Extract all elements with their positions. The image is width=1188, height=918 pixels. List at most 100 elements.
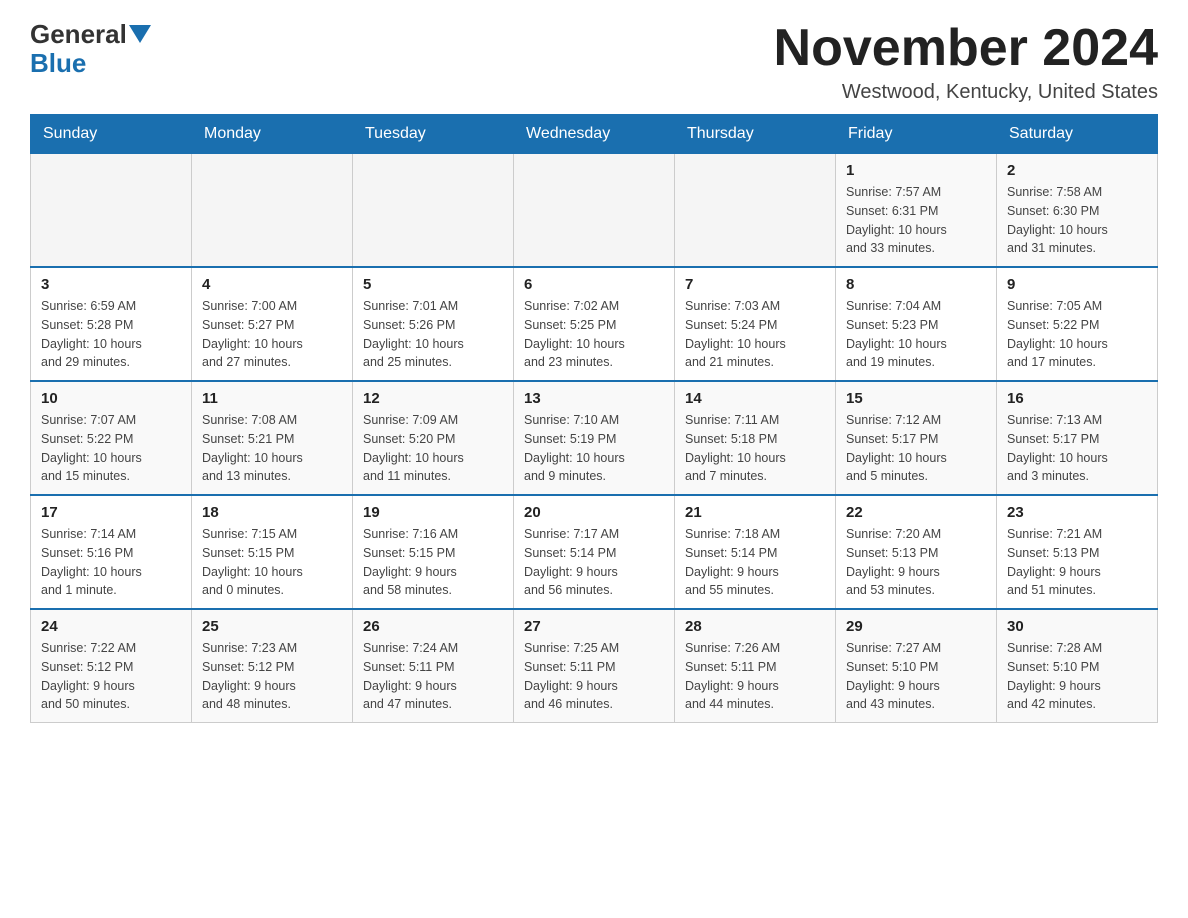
day-number: 17	[41, 504, 181, 521]
day-info: Sunrise: 7:13 AM Sunset: 5:17 PM Dayligh…	[1007, 411, 1147, 486]
calendar-cell: 9 Sunrise: 7:05 AM Sunset: 5:22 PM Daylig…	[997, 267, 1158, 381]
calendar-cell: 1 Sunrise: 7:57 AM Sunset: 6:31 PM Daylig…	[836, 154, 997, 268]
weekday-header-friday: Friday	[836, 115, 997, 154]
weekday-header-monday: Monday	[192, 115, 353, 154]
day-number: 16	[1007, 390, 1147, 407]
location-text: Westwood, Kentucky, United States	[774, 81, 1158, 104]
calendar-cell	[31, 154, 192, 268]
calendar-cell	[514, 154, 675, 268]
day-info: Sunrise: 7:26 AM Sunset: 5:11 PM Dayligh…	[685, 639, 825, 714]
day-number: 14	[685, 390, 825, 407]
day-number: 20	[524, 504, 664, 521]
day-info: Sunrise: 7:21 AM Sunset: 5:13 PM Dayligh…	[1007, 525, 1147, 600]
day-info: Sunrise: 7:02 AM Sunset: 5:25 PM Dayligh…	[524, 297, 664, 372]
calendar-cell: 12 Sunrise: 7:09 AM Sunset: 5:20 PM Dayli…	[353, 381, 514, 495]
day-number: 7	[685, 276, 825, 293]
day-info: Sunrise: 7:15 AM Sunset: 5:15 PM Dayligh…	[202, 525, 342, 600]
calendar-cell: 13 Sunrise: 7:10 AM Sunset: 5:19 PM Dayli…	[514, 381, 675, 495]
day-number: 26	[363, 618, 503, 635]
logo-general-text: General	[30, 20, 127, 49]
calendar-week-row: 3 Sunrise: 6:59 AM Sunset: 5:28 PM Daylig…	[31, 267, 1158, 381]
page-header: General Blue November 2024 Westwood, Ken…	[30, 20, 1158, 104]
calendar-cell: 24 Sunrise: 7:22 AM Sunset: 5:12 PM Dayli…	[31, 609, 192, 723]
day-number: 24	[41, 618, 181, 635]
calendar-cell: 11 Sunrise: 7:08 AM Sunset: 5:21 PM Dayli…	[192, 381, 353, 495]
day-number: 1	[846, 162, 986, 179]
logo-arrow-icon	[129, 25, 151, 43]
day-info: Sunrise: 7:28 AM Sunset: 5:10 PM Dayligh…	[1007, 639, 1147, 714]
title-section: November 2024 Westwood, Kentucky, United…	[774, 20, 1158, 104]
calendar-week-row: 24 Sunrise: 7:22 AM Sunset: 5:12 PM Dayli…	[31, 609, 1158, 723]
month-title: November 2024	[774, 20, 1158, 77]
day-number: 6	[524, 276, 664, 293]
day-number: 11	[202, 390, 342, 407]
day-number: 29	[846, 618, 986, 635]
day-info: Sunrise: 7:11 AM Sunset: 5:18 PM Dayligh…	[685, 411, 825, 486]
calendar-week-row: 17Sunrise: 7:14 AM Sunset: 5:16 PM Dayli…	[31, 495, 1158, 609]
weekday-header-row: SundayMondayTuesdayWednesdayThursdayFrid…	[31, 115, 1158, 154]
day-info: Sunrise: 7:05 AM Sunset: 5:22 PM Dayligh…	[1007, 297, 1147, 372]
day-number: 5	[363, 276, 503, 293]
calendar-cell: 26Sunrise: 7:24 AM Sunset: 5:11 PM Dayli…	[353, 609, 514, 723]
day-number: 23	[1007, 504, 1147, 521]
weekday-header-sunday: Sunday	[31, 115, 192, 154]
day-info: Sunrise: 7:01 AM Sunset: 5:26 PM Dayligh…	[363, 297, 503, 372]
day-info: Sunrise: 7:12 AM Sunset: 5:17 PM Dayligh…	[846, 411, 986, 486]
calendar-cell: 3 Sunrise: 6:59 AM Sunset: 5:28 PM Daylig…	[31, 267, 192, 381]
day-info: Sunrise: 7:07 AM Sunset: 5:22 PM Dayligh…	[41, 411, 181, 486]
calendar-week-row: 10 Sunrise: 7:07 AM Sunset: 5:22 PM Dayli…	[31, 381, 1158, 495]
day-number: 9	[1007, 276, 1147, 293]
weekday-header-thursday: Thursday	[675, 115, 836, 154]
calendar-cell: 30 Sunrise: 7:28 AM Sunset: 5:10 PM Dayli…	[997, 609, 1158, 723]
calendar-week-row: 1 Sunrise: 7:57 AM Sunset: 6:31 PM Daylig…	[31, 154, 1158, 268]
day-number: 22	[846, 504, 986, 521]
calendar-cell: 10 Sunrise: 7:07 AM Sunset: 5:22 PM Dayli…	[31, 381, 192, 495]
day-info: Sunrise: 7:03 AM Sunset: 5:24 PM Dayligh…	[685, 297, 825, 372]
day-info: Sunrise: 7:09 AM Sunset: 5:20 PM Dayligh…	[363, 411, 503, 486]
day-info: Sunrise: 7:58 AM Sunset: 6:30 PM Dayligh…	[1007, 183, 1147, 258]
day-number: 27	[524, 618, 664, 635]
day-number: 8	[846, 276, 986, 293]
calendar-cell: 7 Sunrise: 7:03 AM Sunset: 5:24 PM Daylig…	[675, 267, 836, 381]
day-number: 12	[363, 390, 503, 407]
day-info: Sunrise: 7:57 AM Sunset: 6:31 PM Dayligh…	[846, 183, 986, 258]
calendar-cell	[675, 154, 836, 268]
calendar-cell: 6 Sunrise: 7:02 AM Sunset: 5:25 PM Daylig…	[514, 267, 675, 381]
calendar-cell: 2 Sunrise: 7:58 AM Sunset: 6:30 PM Daylig…	[997, 154, 1158, 268]
day-number: 13	[524, 390, 664, 407]
calendar-cell: 29Sunrise: 7:27 AM Sunset: 5:10 PM Dayli…	[836, 609, 997, 723]
weekday-header-saturday: Saturday	[997, 115, 1158, 154]
calendar-cell: 19Sunrise: 7:16 AM Sunset: 5:15 PM Dayli…	[353, 495, 514, 609]
day-number: 28	[685, 618, 825, 635]
calendar-table: SundayMondayTuesdayWednesdayThursdayFrid…	[30, 114, 1158, 723]
day-info: Sunrise: 7:16 AM Sunset: 5:15 PM Dayligh…	[363, 525, 503, 600]
day-number: 4	[202, 276, 342, 293]
calendar-cell: 20 Sunrise: 7:17 AM Sunset: 5:14 PM Dayli…	[514, 495, 675, 609]
day-number: 3	[41, 276, 181, 293]
calendar-cell: 15Sunrise: 7:12 AM Sunset: 5:17 PM Dayli…	[836, 381, 997, 495]
calendar-cell: 14 Sunrise: 7:11 AM Sunset: 5:18 PM Dayli…	[675, 381, 836, 495]
calendar-cell: 27Sunrise: 7:25 AM Sunset: 5:11 PM Dayli…	[514, 609, 675, 723]
calendar-cell: 22Sunrise: 7:20 AM Sunset: 5:13 PM Dayli…	[836, 495, 997, 609]
day-number: 21	[685, 504, 825, 521]
day-info: Sunrise: 7:04 AM Sunset: 5:23 PM Dayligh…	[846, 297, 986, 372]
day-info: Sunrise: 7:00 AM Sunset: 5:27 PM Dayligh…	[202, 297, 342, 372]
day-number: 25	[202, 618, 342, 635]
day-info: Sunrise: 7:18 AM Sunset: 5:14 PM Dayligh…	[685, 525, 825, 600]
day-info: Sunrise: 7:08 AM Sunset: 5:21 PM Dayligh…	[202, 411, 342, 486]
day-number: 10	[41, 390, 181, 407]
day-number: 2	[1007, 162, 1147, 179]
calendar-cell: 23 Sunrise: 7:21 AM Sunset: 5:13 PM Dayli…	[997, 495, 1158, 609]
weekday-header-tuesday: Tuesday	[353, 115, 514, 154]
day-info: Sunrise: 6:59 AM Sunset: 5:28 PM Dayligh…	[41, 297, 181, 372]
day-number: 30	[1007, 618, 1147, 635]
calendar-cell: 5 Sunrise: 7:01 AM Sunset: 5:26 PM Daylig…	[353, 267, 514, 381]
day-info: Sunrise: 7:22 AM Sunset: 5:12 PM Dayligh…	[41, 639, 181, 714]
calendar-cell: 8 Sunrise: 7:04 AM Sunset: 5:23 PM Daylig…	[836, 267, 997, 381]
calendar-cell: 18Sunrise: 7:15 AM Sunset: 5:15 PM Dayli…	[192, 495, 353, 609]
day-info: Sunrise: 7:10 AM Sunset: 5:19 PM Dayligh…	[524, 411, 664, 486]
day-info: Sunrise: 7:17 AM Sunset: 5:14 PM Dayligh…	[524, 525, 664, 600]
day-info: Sunrise: 7:23 AM Sunset: 5:12 PM Dayligh…	[202, 639, 342, 714]
calendar-cell: 16 Sunrise: 7:13 AM Sunset: 5:17 PM Dayli…	[997, 381, 1158, 495]
calendar-cell: 21 Sunrise: 7:18 AM Sunset: 5:14 PM Dayli…	[675, 495, 836, 609]
